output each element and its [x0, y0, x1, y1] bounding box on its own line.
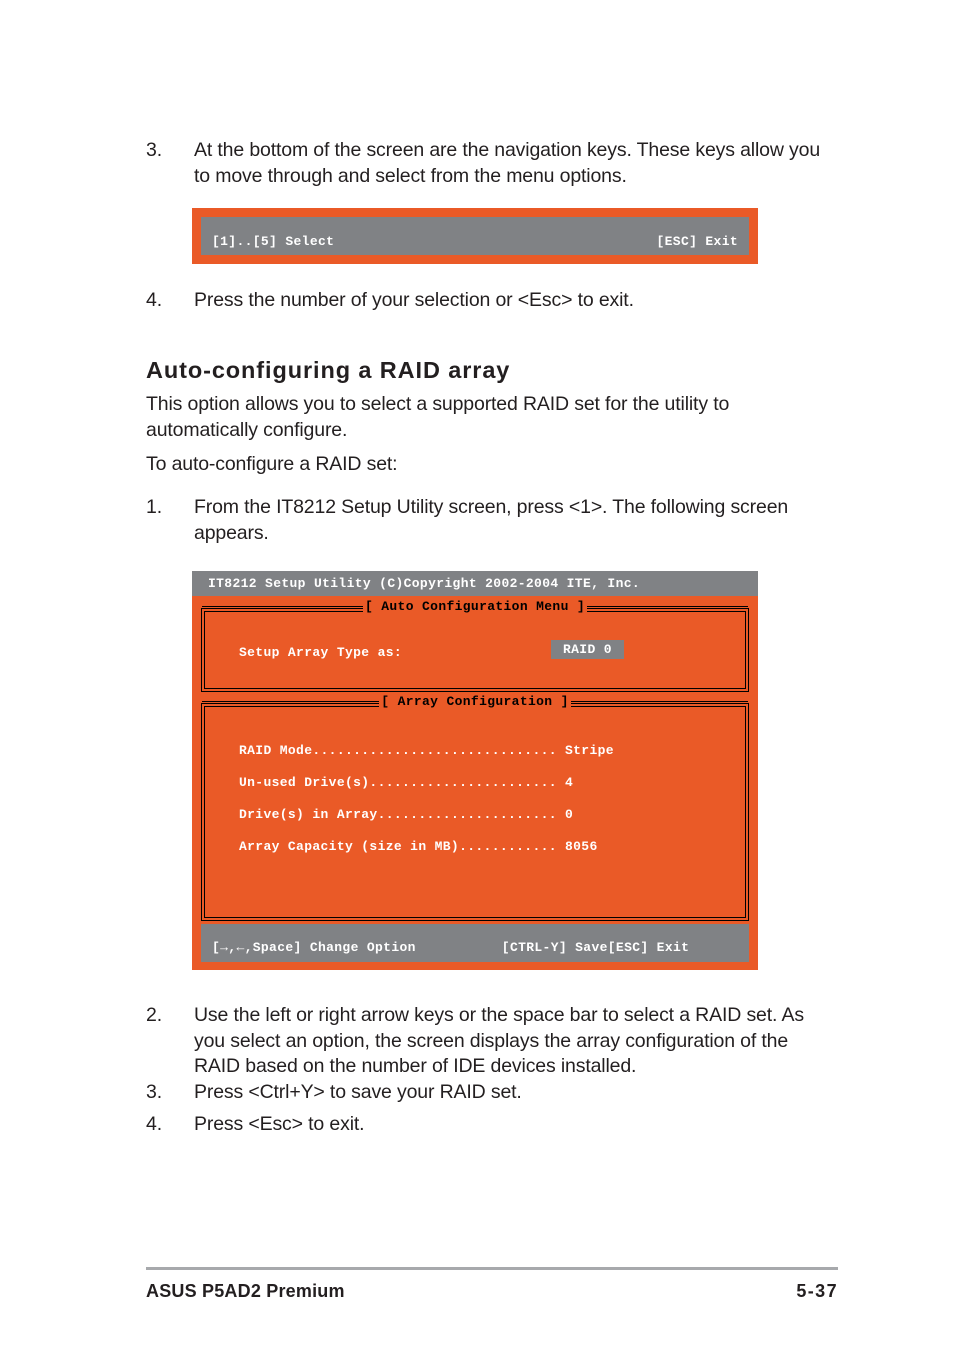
- array-capacity-dots: ............: [459, 839, 557, 854]
- footer-page-number: 5-37: [796, 1281, 838, 1301]
- unused-drives-value: 4: [565, 775, 574, 790]
- nav-keys-bar: [1]..[5] Select [ESC] Exit: [201, 217, 749, 255]
- panel-inner-border: Setup Array Type as: RAID 0: [204, 611, 746, 689]
- list-item-text: Press <Esc> to exit.: [194, 1113, 365, 1135]
- list-item-text: Press <Ctrl+Y> to save your RAID set.: [194, 1081, 522, 1103]
- utility-title-bar: IT8212 Setup Utility (C)Copyright 2002-2…: [192, 571, 758, 596]
- drives-in-array-value-cell: 0: [565, 807, 573, 822]
- nav-keys-screen: [1]..[5] Select [ESC] Exit: [192, 208, 758, 264]
- list-item: 3. Press <Ctrl+Y> to save your RAID set.: [146, 1080, 836, 1106]
- page-title: Auto-configuring a RAID array: [146, 357, 511, 383]
- document-page: 3. At the bottom of the screen are the n…: [0, 0, 954, 1351]
- list-item-number: 2.: [146, 1004, 162, 1026]
- list-item-number: 1.: [146, 496, 162, 518]
- list-item: 1. From the IT8212 Setup Utility screen,…: [146, 495, 836, 546]
- change-option-hint: [→,←,Space] Change Option: [212, 940, 416, 955]
- screen-body: Setup Array Type as: RAID 0 [ Auto Confi…: [192, 600, 758, 921]
- list-item-number: 3.: [146, 139, 162, 161]
- list-item-number: 4.: [146, 289, 162, 311]
- save-hint: [CTRL-Y] Save: [501, 940, 608, 955]
- list-item: 2. Use the left or right arrow keys or t…: [146, 1003, 836, 1080]
- array-capacity-value-cell: 8056: [565, 839, 598, 854]
- setup-array-type-row: Setup Array Type as:: [239, 645, 402, 660]
- drives-in-array-label: Drive(s) in Array: [239, 807, 378, 822]
- list-item: 3. At the bottom of the screen are the n…: [146, 138, 836, 189]
- array-configuration-panel: RAID Mode ..............................…: [201, 695, 749, 921]
- unused-drives-label: Un-used Drive(s): [239, 775, 370, 790]
- list-item-number: 3.: [146, 1081, 162, 1103]
- table-row: Un-used Drive(s) .......................: [239, 775, 557, 790]
- setup-array-type-value-wrap[interactable]: RAID 0: [551, 640, 624, 659]
- footer-product-name: ASUS P5AD2 Premium: [146, 1281, 345, 1301]
- list-item-text: From the IT8212 Setup Utility screen, pr…: [194, 496, 789, 544]
- exit-hint: [ESC] Exit: [656, 234, 738, 249]
- array-capacity-label: Array Capacity (size in MB): [239, 839, 460, 854]
- footer-divider: [146, 1267, 838, 1270]
- array-capacity-value: 8056: [565, 839, 598, 854]
- list-item-text: At the bottom of the screen are the navi…: [194, 139, 821, 187]
- panel-rule-right: [587, 605, 748, 609]
- table-row: Array Capacity (size in MB) ............: [239, 839, 557, 854]
- table-row: Drive(s) in Array ......................: [239, 807, 557, 822]
- setup-array-type-label: Setup Array Type as:: [239, 645, 403, 660]
- panel-rule-left: [202, 605, 363, 609]
- intro-paragraph: This option allows you to select a suppo…: [146, 393, 730, 441]
- screen-footer-bar: [→,←,Space] Change Option [CTRL-Y] Save …: [201, 924, 749, 962]
- list-item: 4. Press the number of your selection or…: [146, 288, 836, 314]
- auto-configuration-menu-panel: Setup Array Type as: RAID 0 [ Auto Confi…: [201, 600, 749, 692]
- unused-drives-value-cell: 4: [565, 775, 573, 790]
- setup-array-type-value[interactable]: RAID 0: [551, 640, 624, 659]
- raid-mode-value-cell: Stripe: [565, 743, 614, 758]
- list-item-number: 4.: [146, 1113, 162, 1135]
- raid-mode-dots: ..............................: [312, 743, 557, 758]
- list-item-text: Press the number of your selection or <E…: [194, 289, 634, 311]
- unused-drives-dots: .......................: [369, 775, 557, 790]
- raid-mode-label: RAID Mode: [239, 743, 313, 758]
- exit-hint: [ESC] Exit: [607, 940, 690, 955]
- it8212-auto-configuration-screen: IT8212 Setup Utility (C)Copyright 2002-2…: [192, 571, 758, 970]
- drives-in-array-dots: ......................: [377, 807, 557, 822]
- panel-rule-right: [570, 700, 749, 704]
- list-item-text: Use the left or right arrow keys or the …: [194, 1004, 804, 1077]
- select-hint: [1]..[5] Select: [212, 234, 335, 249]
- drives-in-array-value: 0: [565, 807, 574, 822]
- panel-inner-border: RAID Mode ..............................…: [204, 706, 746, 918]
- utility-title: IT8212 Setup Utility (C)Copyright 2002-2…: [208, 576, 641, 591]
- panel-rule-left: [202, 700, 380, 704]
- lead-in-text: To auto-configure a RAID set:: [146, 453, 398, 475]
- raid-mode-value: Stripe: [565, 743, 614, 758]
- list-item: 4. Press <Esc> to exit.: [146, 1112, 836, 1138]
- table-row: RAID Mode ..............................: [239, 743, 557, 758]
